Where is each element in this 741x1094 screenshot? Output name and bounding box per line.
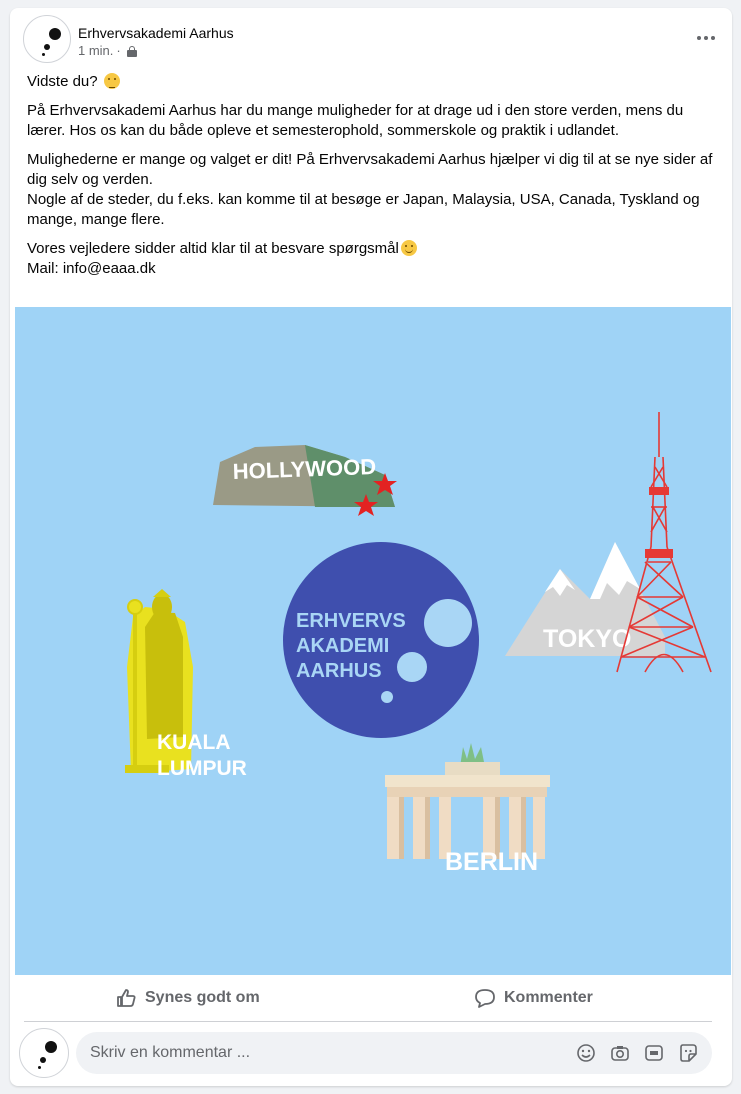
lock-icon [126,45,137,57]
thinking-face-icon [103,73,120,89]
post-meta: 1 min. · [78,43,137,58]
meta-separator: · [116,43,121,58]
logo-line: AARHUS [296,660,382,682]
email-link[interactable]: Mail: info@eaaa.dk [27,260,156,277]
smiling-face-icon [400,240,417,256]
post-text: Vidste du? På Erhvervsakademi Aarhus har… [27,72,717,288]
post-paragraph: Vores vejledere sidder altid klar til at… [27,239,717,259]
post-timestamp[interactable]: 1 min. [78,43,113,58]
logo-dot [397,652,427,682]
logo-line: AKADEMI [296,635,389,657]
post-paragraph: Mail: info@eaaa.dk [27,259,717,279]
illustration: HOLLYWOOD TOKYO ERHVERVS AKADEMI AARHUS … [125,412,712,876]
hollywood-label: HOLLYWOOD [232,454,376,484]
thumbs-up-icon [117,988,136,1007]
divider [24,1021,712,1022]
lumpur-label: LUMPUR [157,757,247,780]
comment-input[interactable]: Skriv en kommentar ... [76,1032,712,1074]
comment-input-icons [576,1043,698,1063]
berlin-label: BERLIN [445,848,538,876]
user-avatar[interactable] [19,1028,69,1078]
post-paragraph: Nogle af de steder, du f.eks. kan komme … [27,191,700,228]
speech-bubble-icon [475,988,495,1008]
sticker-icon[interactable] [678,1043,698,1063]
post-header: Erhvervsakademi Aarhus 1 min. · [10,8,732,68]
like-label: Synes godt om [145,988,260,1006]
post-card: Erhvervsakademi Aarhus 1 min. · Vidste d… [10,8,732,1086]
page-name[interactable]: Erhvervsakademi Aarhus [78,25,234,41]
post-paragraph: På Erhvervsakademi Aarhus har du mange m… [27,102,684,139]
post-image[interactable]: HOLLYWOOD TOKYO ERHVERVS AKADEMI AARHUS … [15,307,731,975]
kuala-label: KUALA [157,731,231,754]
logo-line: ERHVERVS [296,610,406,632]
post-actions: Synes godt om Kommenter [10,975,732,1020]
brandenburg-gate [385,743,550,859]
page-avatar[interactable] [23,15,71,63]
camera-icon[interactable] [610,1043,630,1063]
post-paragraph: Vidste du? [27,72,717,92]
comment-placeholder: Skriv en kommentar ... [90,1044,251,1061]
tower-deck [649,487,669,495]
post-paragraph: Mulighederne er mange og valget er dit! … [27,151,713,188]
comment-button[interactable]: Kommenter [474,975,593,1020]
gif-icon[interactable] [644,1043,664,1063]
tower-deck [645,549,673,558]
comment-composer: Skriv en kommentar ... [10,1026,732,1080]
like-button[interactable]: Synes godt om [115,975,260,1020]
logo-dot [381,691,393,703]
logo-dot [424,599,472,647]
more-options-button[interactable] [694,30,718,46]
emoji-icon[interactable] [576,1043,596,1063]
tokyo-label: TOKYO [543,625,631,653]
comment-label: Kommenter [504,988,593,1006]
